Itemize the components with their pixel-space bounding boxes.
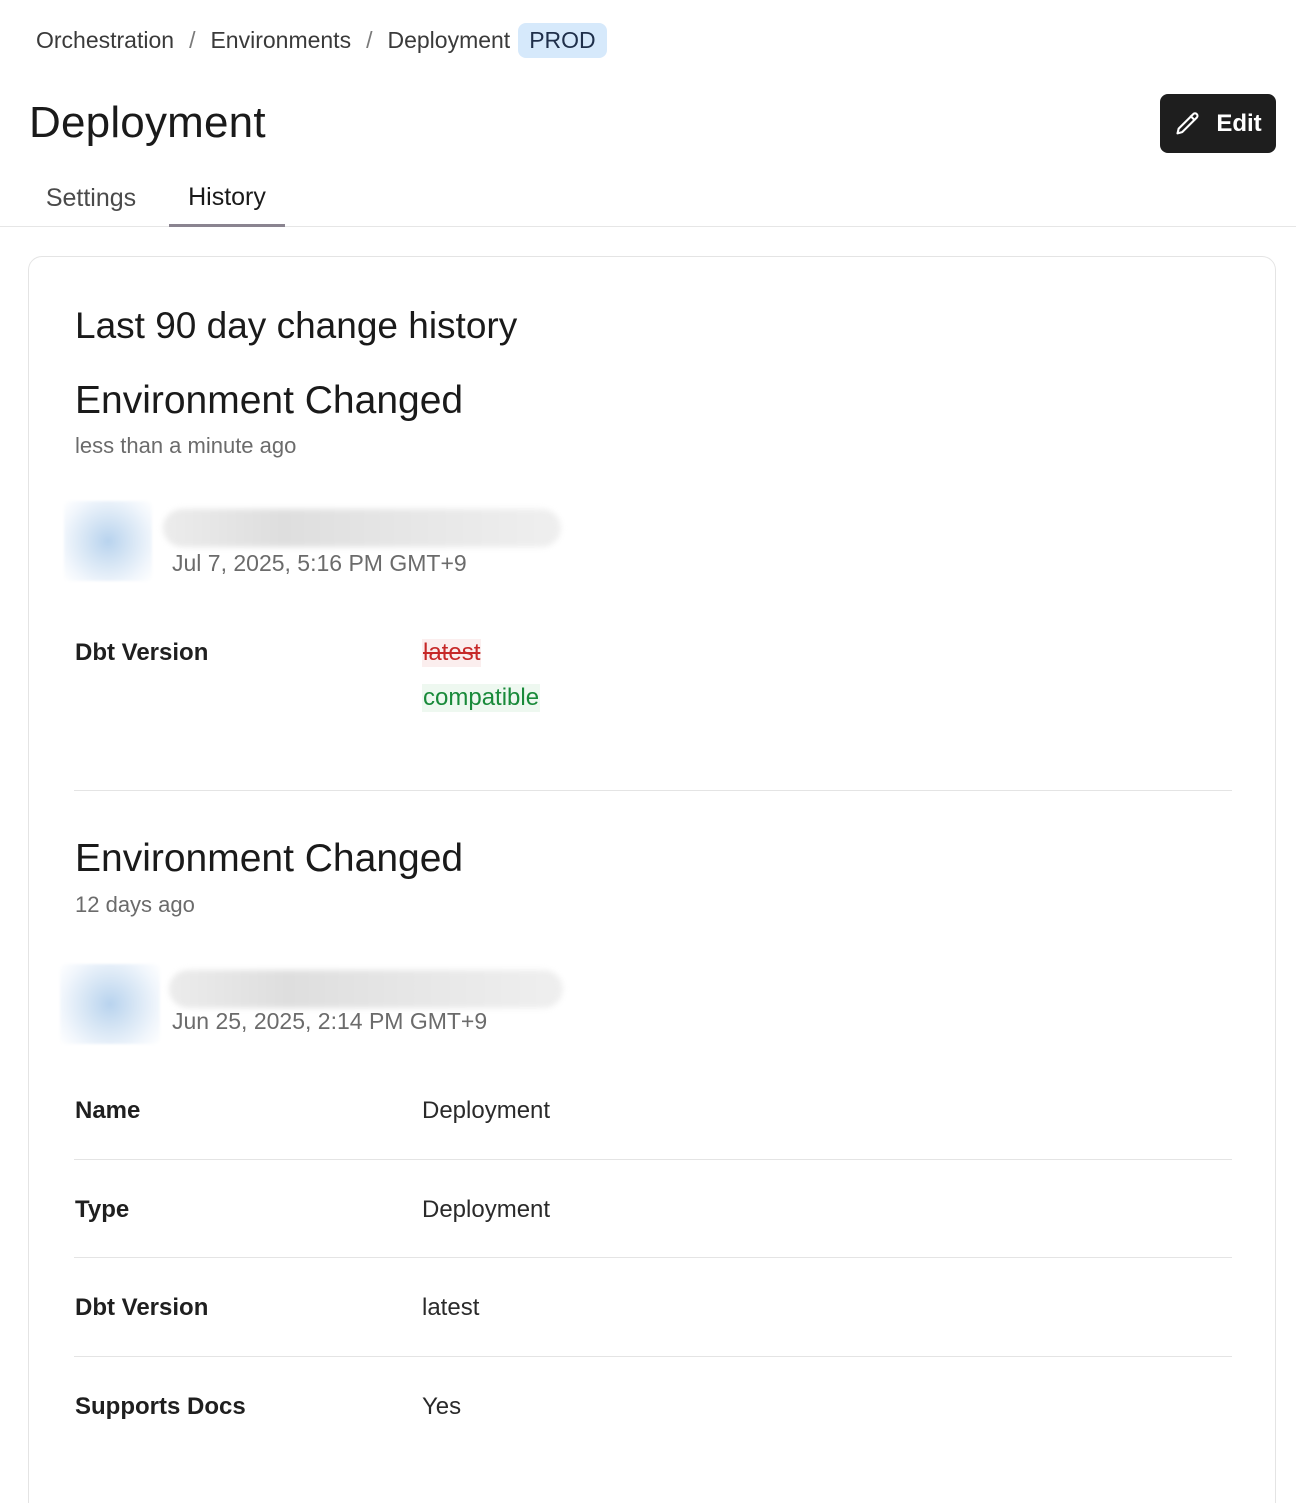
field-label-dbt-version: Dbt Version [75, 1294, 209, 1321]
event-title: Environment Changed [75, 837, 464, 880]
environment-badge: PROD [518, 22, 607, 58]
breadcrumb-environments[interactable]: Environments [210, 27, 351, 54]
event-timestamp: Jun 25, 2025, 2:14 PM GMT+9 [172, 1008, 488, 1034]
tab-settings[interactable]: Settings [28, 170, 154, 227]
history-card: Last 90 day change history Environment C… [28, 256, 1276, 1503]
event-divider [74, 790, 1232, 791]
edit-button-label: Edit [1216, 109, 1262, 137]
history-section-title: Last 90 day change history [75, 305, 518, 346]
field-label-type: Type [75, 1196, 130, 1223]
user-name-redacted [163, 509, 561, 547]
field-label-name: Name [75, 1097, 141, 1124]
change-field-label: Dbt Version [75, 639, 209, 666]
field-value-dbt-version: latest [422, 1294, 480, 1321]
event-timestamp: Jul 7, 2025, 5:16 PM GMT+9 [172, 550, 467, 576]
avatar [60, 964, 160, 1044]
tab-bar: Settings History [0, 170, 1296, 227]
breadcrumb-orchestration[interactable]: Orchestration [36, 27, 174, 54]
field-label-supports-docs: Supports Docs [75, 1393, 246, 1420]
breadcrumb-separator: / [189, 26, 196, 53]
change-new-value: compatible [422, 684, 541, 712]
field-value-type: Deployment [422, 1196, 551, 1223]
row-divider [74, 1257, 1232, 1258]
page-title: Deployment [29, 98, 266, 147]
row-divider [74, 1159, 1232, 1160]
pencil-icon [1176, 111, 1199, 134]
change-old-value: latest [422, 639, 482, 667]
breadcrumb-separator: / [366, 26, 373, 53]
user-name-redacted [169, 970, 563, 1008]
breadcrumb: Orchestration / Environments / Deploymen… [36, 22, 607, 58]
breadcrumb-deployment: Deployment [387, 26, 511, 53]
edit-button[interactable]: Edit [1160, 94, 1276, 153]
row-divider [74, 1356, 1232, 1357]
field-value-name: Deployment [422, 1097, 551, 1124]
field-value-supports-docs: Yes [422, 1393, 462, 1420]
event-title: Environment Changed [75, 379, 464, 422]
tab-history[interactable]: History [169, 170, 285, 227]
event-relative-time: less than a minute ago [75, 433, 297, 458]
event-relative-time: 12 days ago [75, 892, 195, 917]
avatar [64, 501, 152, 581]
